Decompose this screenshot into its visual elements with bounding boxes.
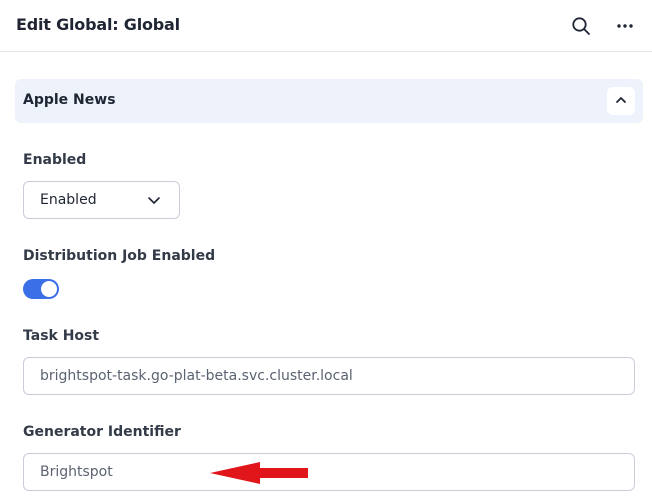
generator-identifier-value: Brightspot xyxy=(40,464,113,480)
header-bar: Edit Global: Global xyxy=(0,0,652,52)
collapse-button[interactable] xyxy=(607,87,635,115)
generator-identifier-label: Generator Identifier xyxy=(23,424,181,440)
section-header-apple-news[interactable]: Apple News xyxy=(15,79,643,123)
section-title: Apple News xyxy=(23,92,116,108)
task-host-label: Task Host xyxy=(23,328,100,344)
distribution-job-label: Distribution Job Enabled xyxy=(23,248,216,264)
more-horizontal-icon[interactable] xyxy=(612,13,638,39)
toggle-knob xyxy=(41,281,57,297)
chevron-up-icon xyxy=(614,92,628,111)
enabled-select-value: Enabled xyxy=(40,192,97,208)
enabled-label: Enabled xyxy=(23,152,87,168)
page-title: Edit Global: Global xyxy=(16,15,180,34)
task-host-value: brightspot-task.go-plat-beta.svc.cluster… xyxy=(40,368,353,384)
search-icon[interactable] xyxy=(568,13,594,39)
distribution-job-toggle[interactable] xyxy=(23,279,59,299)
task-host-input[interactable]: brightspot-task.go-plat-beta.svc.cluster… xyxy=(23,357,635,395)
chevron-down-icon xyxy=(146,192,162,212)
annotation-arrow xyxy=(208,461,312,489)
enabled-select[interactable]: Enabled xyxy=(23,181,180,219)
generator-identifier-input[interactable]: Brightspot xyxy=(23,453,635,491)
